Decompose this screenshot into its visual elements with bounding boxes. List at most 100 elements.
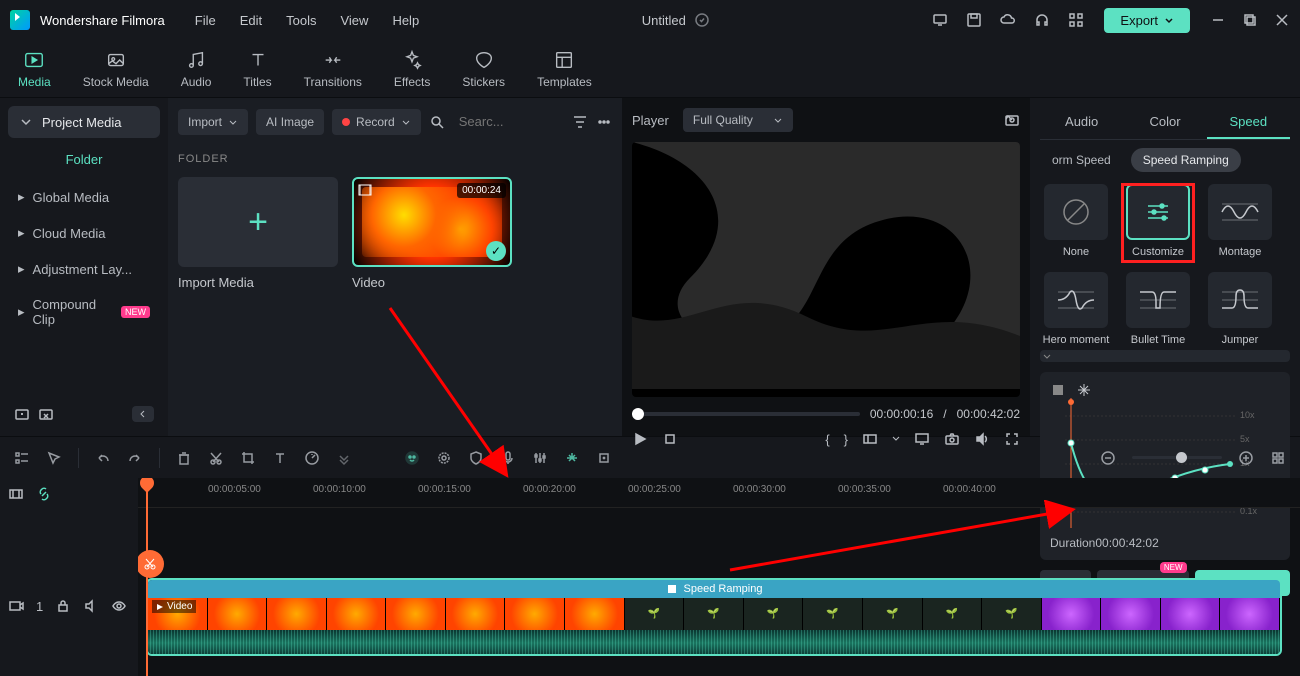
speed-icon[interactable] [304, 450, 320, 466]
save-icon[interactable] [966, 12, 982, 28]
menu-view[interactable]: View [340, 13, 368, 28]
menu-edit[interactable]: Edit [240, 13, 262, 28]
snapshot-icon[interactable] [1004, 112, 1020, 128]
cursor-icon[interactable] [46, 450, 62, 466]
redo-icon[interactable] [127, 450, 143, 466]
headphones-icon[interactable] [1034, 12, 1050, 28]
delete-icon[interactable] [176, 450, 192, 466]
shield-icon[interactable] [468, 450, 484, 466]
apps-icon[interactable] [1068, 12, 1084, 28]
project-media-button[interactable]: Project Media [8, 106, 160, 138]
expand-presets[interactable] [1040, 350, 1290, 362]
import-media-card[interactable]: + Import Media [178, 177, 338, 290]
import-button[interactable]: Import [178, 109, 248, 135]
collapse-sidebar[interactable] [132, 406, 154, 422]
folder-add-icon[interactable] [14, 406, 30, 422]
preset-bullet[interactable]: Bullet Time [1122, 272, 1194, 346]
mute-icon[interactable] [83, 598, 99, 614]
ai-icon[interactable] [404, 450, 420, 466]
check-icon: ✓ [486, 241, 506, 261]
bracket-in-icon[interactable]: { [825, 432, 829, 447]
cut-marker[interactable] [138, 550, 164, 578]
monitor-icon[interactable] [932, 12, 948, 28]
tracks-icon[interactable] [14, 450, 30, 466]
video-media-card[interactable]: 00:00:24 ✓ Video [352, 177, 512, 290]
folder-remove-icon[interactable] [38, 406, 54, 422]
mixer-icon[interactable] [532, 450, 548, 466]
crop-icon[interactable] [240, 450, 256, 466]
timeline-ruler[interactable]: 00:00:05:00 00:00:10:00 00:00:15:00 00:0… [138, 478, 1300, 508]
view-options-icon[interactable] [1270, 450, 1286, 466]
sidebar-item-global[interactable]: ▸Global Media [8, 181, 160, 213]
prop-tab-speed[interactable]: Speed [1207, 106, 1290, 139]
preset-montage[interactable]: Montage [1204, 184, 1276, 262]
tab-effects[interactable]: Effects [394, 49, 430, 89]
zoom-out-icon[interactable] [1100, 450, 1116, 466]
video-track-icon[interactable] [8, 598, 24, 614]
ai-image-button[interactable]: AI Image [256, 109, 324, 135]
text-icon[interactable] [272, 450, 288, 466]
cut-icon[interactable] [208, 450, 224, 466]
snowflake-icon[interactable] [1076, 382, 1092, 398]
folder-label[interactable]: Folder [8, 142, 160, 177]
camera-icon[interactable] [944, 431, 960, 447]
record-button[interactable]: Record [332, 109, 421, 135]
grid-icon[interactable] [1050, 382, 1066, 398]
fullscreen-icon[interactable] [1004, 431, 1020, 447]
search-input[interactable] [453, 108, 533, 135]
keyframe-icon[interactable] [596, 450, 612, 466]
export-button[interactable]: Export [1104, 8, 1190, 33]
video-clip[interactable]: Speed Ramping Video [146, 578, 1282, 656]
marker-icon[interactable] [564, 450, 580, 466]
visibility-icon[interactable] [111, 598, 127, 614]
stop-icon[interactable] [662, 431, 678, 447]
tab-stock-media[interactable]: Stock Media [83, 49, 149, 89]
chevron-down-icon[interactable] [892, 435, 900, 443]
more-icon[interactable] [596, 114, 612, 130]
bracket-out-icon[interactable]: } [844, 432, 848, 447]
volume-icon[interactable] [974, 431, 990, 447]
undo-icon[interactable] [95, 450, 111, 466]
menu-tools[interactable]: Tools [286, 13, 316, 28]
timeline-tracks[interactable]: 00:00:05:00 00:00:10:00 00:00:15:00 00:0… [138, 478, 1300, 676]
play-icon[interactable] [632, 431, 648, 447]
uniform-speed-mode[interactable]: orm Speed [1040, 148, 1123, 172]
tab-templates[interactable]: Templates [537, 49, 592, 89]
render-icon[interactable] [436, 450, 452, 466]
tab-transitions[interactable]: Transitions [304, 49, 362, 89]
sidebar-item-cloud[interactable]: ▸Cloud Media [8, 217, 160, 249]
tab-audio[interactable]: Audio [181, 49, 212, 89]
minimize-icon[interactable] [1210, 12, 1226, 28]
search-icon[interactable] [429, 114, 445, 130]
scrub-bar[interactable] [632, 412, 860, 416]
cloud-icon[interactable] [1000, 12, 1016, 28]
quality-dropdown[interactable]: Full Quality [683, 108, 793, 132]
prop-tab-color[interactable]: Color [1123, 106, 1206, 139]
prop-tab-audio[interactable]: Audio [1040, 106, 1123, 139]
timeline-settings-icon[interactable] [8, 486, 24, 502]
menu-file[interactable]: File [195, 13, 216, 28]
filter-icon[interactable] [572, 114, 588, 130]
preset-hero[interactable]: Hero moment [1040, 272, 1112, 346]
tab-stickers[interactable]: Stickers [462, 49, 505, 89]
more-tools-icon[interactable] [336, 450, 352, 466]
zoom-slider[interactable] [1132, 456, 1222, 459]
speed-ramping-mode[interactable]: Speed Ramping [1131, 148, 1241, 172]
ratio-icon[interactable] [862, 431, 878, 447]
sidebar-item-adjustment[interactable]: ▸Adjustment Lay... [8, 253, 160, 285]
tab-titles[interactable]: Titles [243, 49, 271, 89]
sidebar-item-compound[interactable]: ▸Compound ClipNEW [8, 289, 160, 335]
maximize-icon[interactable] [1242, 12, 1258, 28]
display-icon[interactable] [914, 431, 930, 447]
zoom-in-icon[interactable] [1238, 450, 1254, 466]
preset-customize[interactable]: Customize [1122, 184, 1194, 262]
tab-media[interactable]: Media [18, 49, 51, 89]
mic-icon[interactable] [500, 450, 516, 466]
menu-help[interactable]: Help [392, 13, 419, 28]
link-icon[interactable] [36, 486, 52, 502]
preset-none[interactable]: None [1040, 184, 1112, 262]
preset-jumper[interactable]: Jumper [1204, 272, 1276, 346]
preview-canvas[interactable] [632, 142, 1020, 397]
close-icon[interactable] [1274, 12, 1290, 28]
lock-icon[interactable] [55, 598, 71, 614]
